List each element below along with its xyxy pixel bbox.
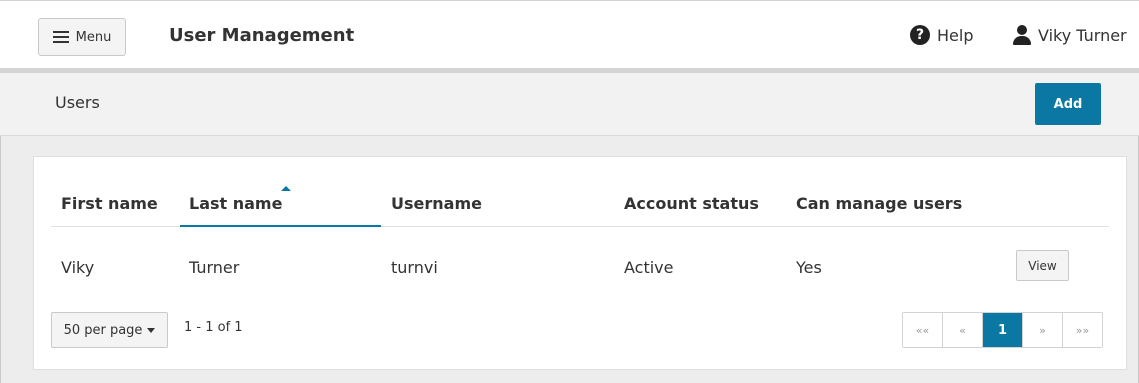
menu-button[interactable]: Menu xyxy=(38,18,126,56)
page-subheader: Users Add xyxy=(0,73,1139,136)
help-icon: ? xyxy=(910,25,930,45)
column-header-username[interactable]: Username xyxy=(391,194,482,213)
first-page-button[interactable]: «« xyxy=(903,313,943,347)
app-title: User Management xyxy=(169,25,355,46)
column-header-first-name[interactable]: First name xyxy=(61,194,158,213)
page-title: Users xyxy=(55,93,100,112)
cell-account-status: Active xyxy=(624,258,674,277)
chevron-down-icon xyxy=(147,327,156,333)
user-menu[interactable]: Viky Turner xyxy=(1012,25,1127,45)
menu-label: Menu xyxy=(75,29,112,45)
sorted-column-indicator xyxy=(180,225,381,227)
column-header-account-status[interactable]: Account status xyxy=(624,194,759,213)
help-link[interactable]: ? Help xyxy=(910,25,973,45)
view-button[interactable]: View xyxy=(1016,250,1069,281)
column-header-last-name[interactable]: Last name xyxy=(189,194,282,213)
top-bar: Menu User Management ? Help Viky Turner xyxy=(0,0,1139,68)
column-header-can-manage-users[interactable]: Can manage users xyxy=(796,194,962,213)
pagination: «« « 1 » »» xyxy=(902,312,1103,348)
cell-last-name: Turner xyxy=(189,258,240,277)
cell-can-manage-users: Yes xyxy=(796,258,822,277)
add-button[interactable]: Add xyxy=(1035,83,1101,125)
help-label: Help xyxy=(937,25,974,45)
user-name: Viky Turner xyxy=(1038,25,1127,45)
result-range: 1 - 1 of 1 xyxy=(184,320,243,335)
per-page-label: 50 per page xyxy=(63,322,143,338)
cell-username: turnvi xyxy=(391,258,438,277)
previous-page-button[interactable]: « xyxy=(943,313,983,347)
last-page-button[interactable]: »» xyxy=(1063,313,1102,347)
sort-ascending-icon xyxy=(281,186,291,191)
next-page-button[interactable]: » xyxy=(1023,313,1063,347)
users-table-card: First name Last name Username Account st… xyxy=(33,156,1127,370)
current-page-button[interactable]: 1 xyxy=(983,313,1023,347)
user-icon xyxy=(1012,25,1032,45)
per-page-select[interactable]: 50 per page xyxy=(51,312,168,348)
cell-first-name: Viky xyxy=(61,258,95,277)
hamburger-icon xyxy=(52,31,69,43)
